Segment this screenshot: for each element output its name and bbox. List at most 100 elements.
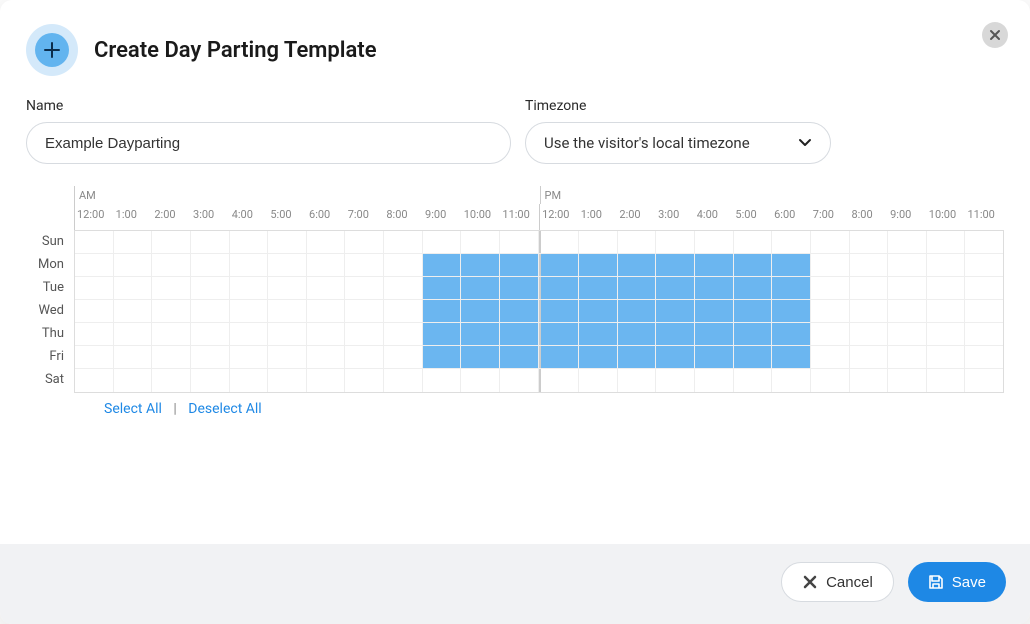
schedule-cell[interactable] bbox=[384, 346, 423, 368]
schedule-cell[interactable] bbox=[423, 346, 462, 368]
schedule-cell[interactable] bbox=[888, 346, 927, 368]
schedule-cell[interactable] bbox=[114, 277, 153, 299]
schedule-cell[interactable] bbox=[500, 254, 539, 276]
schedule-cell[interactable] bbox=[114, 254, 153, 276]
schedule-cell[interactable] bbox=[850, 369, 889, 392]
schedule-cell[interactable] bbox=[888, 231, 927, 253]
schedule-cell[interactable] bbox=[307, 300, 346, 322]
schedule-cell[interactable] bbox=[461, 300, 500, 322]
schedule-cell[interactable] bbox=[152, 346, 191, 368]
schedule-cell[interactable] bbox=[384, 254, 423, 276]
schedule-cell[interactable] bbox=[579, 231, 618, 253]
schedule-cell[interactable] bbox=[656, 254, 695, 276]
schedule-cell[interactable] bbox=[618, 300, 657, 322]
schedule-cell[interactable] bbox=[500, 231, 539, 253]
schedule-cell[interactable] bbox=[850, 300, 889, 322]
schedule-cell[interactable] bbox=[811, 277, 850, 299]
schedule-cell[interactable] bbox=[152, 300, 191, 322]
schedule-cell[interactable] bbox=[579, 369, 618, 392]
schedule-cell[interactable] bbox=[695, 369, 734, 392]
schedule-cell[interactable] bbox=[152, 254, 191, 276]
schedule-cell[interactable] bbox=[75, 300, 114, 322]
timezone-select[interactable]: Use the visitor's local timezone bbox=[525, 122, 831, 164]
schedule-cell[interactable] bbox=[500, 369, 539, 392]
schedule-cell[interactable] bbox=[539, 369, 580, 392]
schedule-cell[interactable] bbox=[423, 369, 462, 392]
schedule-cell[interactable] bbox=[850, 231, 889, 253]
schedule-cell[interactable] bbox=[191, 323, 230, 345]
schedule-cell[interactable] bbox=[539, 323, 580, 345]
schedule-cell[interactable] bbox=[965, 346, 1003, 368]
schedule-cell[interactable] bbox=[230, 300, 269, 322]
schedule-cell[interactable] bbox=[384, 369, 423, 392]
schedule-cell[interactable] bbox=[927, 231, 966, 253]
schedule-cell[interactable] bbox=[695, 254, 734, 276]
schedule-cell[interactable] bbox=[888, 277, 927, 299]
schedule-cell[interactable] bbox=[734, 231, 773, 253]
schedule-cell[interactable] bbox=[75, 277, 114, 299]
schedule-cell[interactable] bbox=[268, 346, 307, 368]
schedule-cell[interactable] bbox=[656, 323, 695, 345]
schedule-cell[interactable] bbox=[461, 254, 500, 276]
schedule-cell[interactable] bbox=[965, 231, 1003, 253]
schedule-cell[interactable] bbox=[461, 277, 500, 299]
schedule-cell[interactable] bbox=[114, 369, 153, 392]
schedule-cell[interactable] bbox=[927, 300, 966, 322]
schedule-cell[interactable] bbox=[75, 369, 114, 392]
schedule-cell[interactable] bbox=[230, 323, 269, 345]
schedule-cell[interactable] bbox=[888, 369, 927, 392]
schedule-cell[interactable] bbox=[965, 369, 1003, 392]
schedule-cell[interactable] bbox=[307, 277, 346, 299]
schedule-cell[interactable] bbox=[345, 277, 384, 299]
schedule-cell[interactable] bbox=[618, 346, 657, 368]
schedule-cell[interactable] bbox=[152, 231, 191, 253]
schedule-cell[interactable] bbox=[75, 323, 114, 345]
schedule-cell[interactable] bbox=[345, 369, 384, 392]
schedule-cell[interactable] bbox=[811, 300, 850, 322]
schedule-cell[interactable] bbox=[811, 231, 850, 253]
schedule-cell[interactable] bbox=[888, 254, 927, 276]
schedule-cell[interactable] bbox=[191, 369, 230, 392]
schedule-cell[interactable] bbox=[152, 323, 191, 345]
schedule-cell[interactable] bbox=[114, 231, 153, 253]
schedule-cell[interactable] bbox=[656, 369, 695, 392]
schedule-cell[interactable] bbox=[345, 300, 384, 322]
schedule-cell[interactable] bbox=[423, 300, 462, 322]
schedule-cell[interactable] bbox=[965, 254, 1003, 276]
schedule-cell[interactable] bbox=[345, 231, 384, 253]
schedule-cell[interactable] bbox=[734, 300, 773, 322]
schedule-cell[interactable] bbox=[656, 346, 695, 368]
schedule-cell[interactable] bbox=[191, 277, 230, 299]
schedule-cell[interactable] bbox=[579, 277, 618, 299]
schedule-cell[interactable] bbox=[500, 277, 539, 299]
schedule-cell[interactable] bbox=[539, 231, 580, 253]
schedule-cell[interactable] bbox=[772, 277, 811, 299]
name-input[interactable] bbox=[26, 122, 511, 164]
schedule-cell[interactable] bbox=[734, 323, 773, 345]
schedule-cell[interactable] bbox=[461, 323, 500, 345]
schedule-cell[interactable] bbox=[927, 323, 966, 345]
schedule-cell[interactable] bbox=[461, 369, 500, 392]
schedule-cell[interactable] bbox=[695, 277, 734, 299]
schedule-cell[interactable] bbox=[191, 346, 230, 368]
schedule-cell[interactable] bbox=[345, 254, 384, 276]
schedule-cell[interactable] bbox=[965, 277, 1003, 299]
schedule-cell[interactable] bbox=[734, 346, 773, 368]
schedule-cell[interactable] bbox=[695, 323, 734, 345]
schedule-cell[interactable] bbox=[579, 323, 618, 345]
deselect-all-link[interactable]: Deselect All bbox=[188, 401, 261, 417]
schedule-cell[interactable] bbox=[579, 254, 618, 276]
schedule-cell[interactable] bbox=[888, 300, 927, 322]
schedule-cell[interactable] bbox=[772, 254, 811, 276]
schedule-cell[interactable] bbox=[811, 254, 850, 276]
save-button[interactable]: Save bbox=[908, 562, 1006, 602]
schedule-cell[interactable] bbox=[230, 231, 269, 253]
schedule-cell[interactable] bbox=[345, 323, 384, 345]
schedule-cell[interactable] bbox=[500, 300, 539, 322]
schedule-cell[interactable] bbox=[811, 369, 850, 392]
schedule-cell[interactable] bbox=[734, 277, 773, 299]
schedule-cell[interactable] bbox=[618, 323, 657, 345]
schedule-cell[interactable] bbox=[656, 231, 695, 253]
schedule-cell[interactable] bbox=[618, 254, 657, 276]
schedule-cell[interactable] bbox=[656, 277, 695, 299]
